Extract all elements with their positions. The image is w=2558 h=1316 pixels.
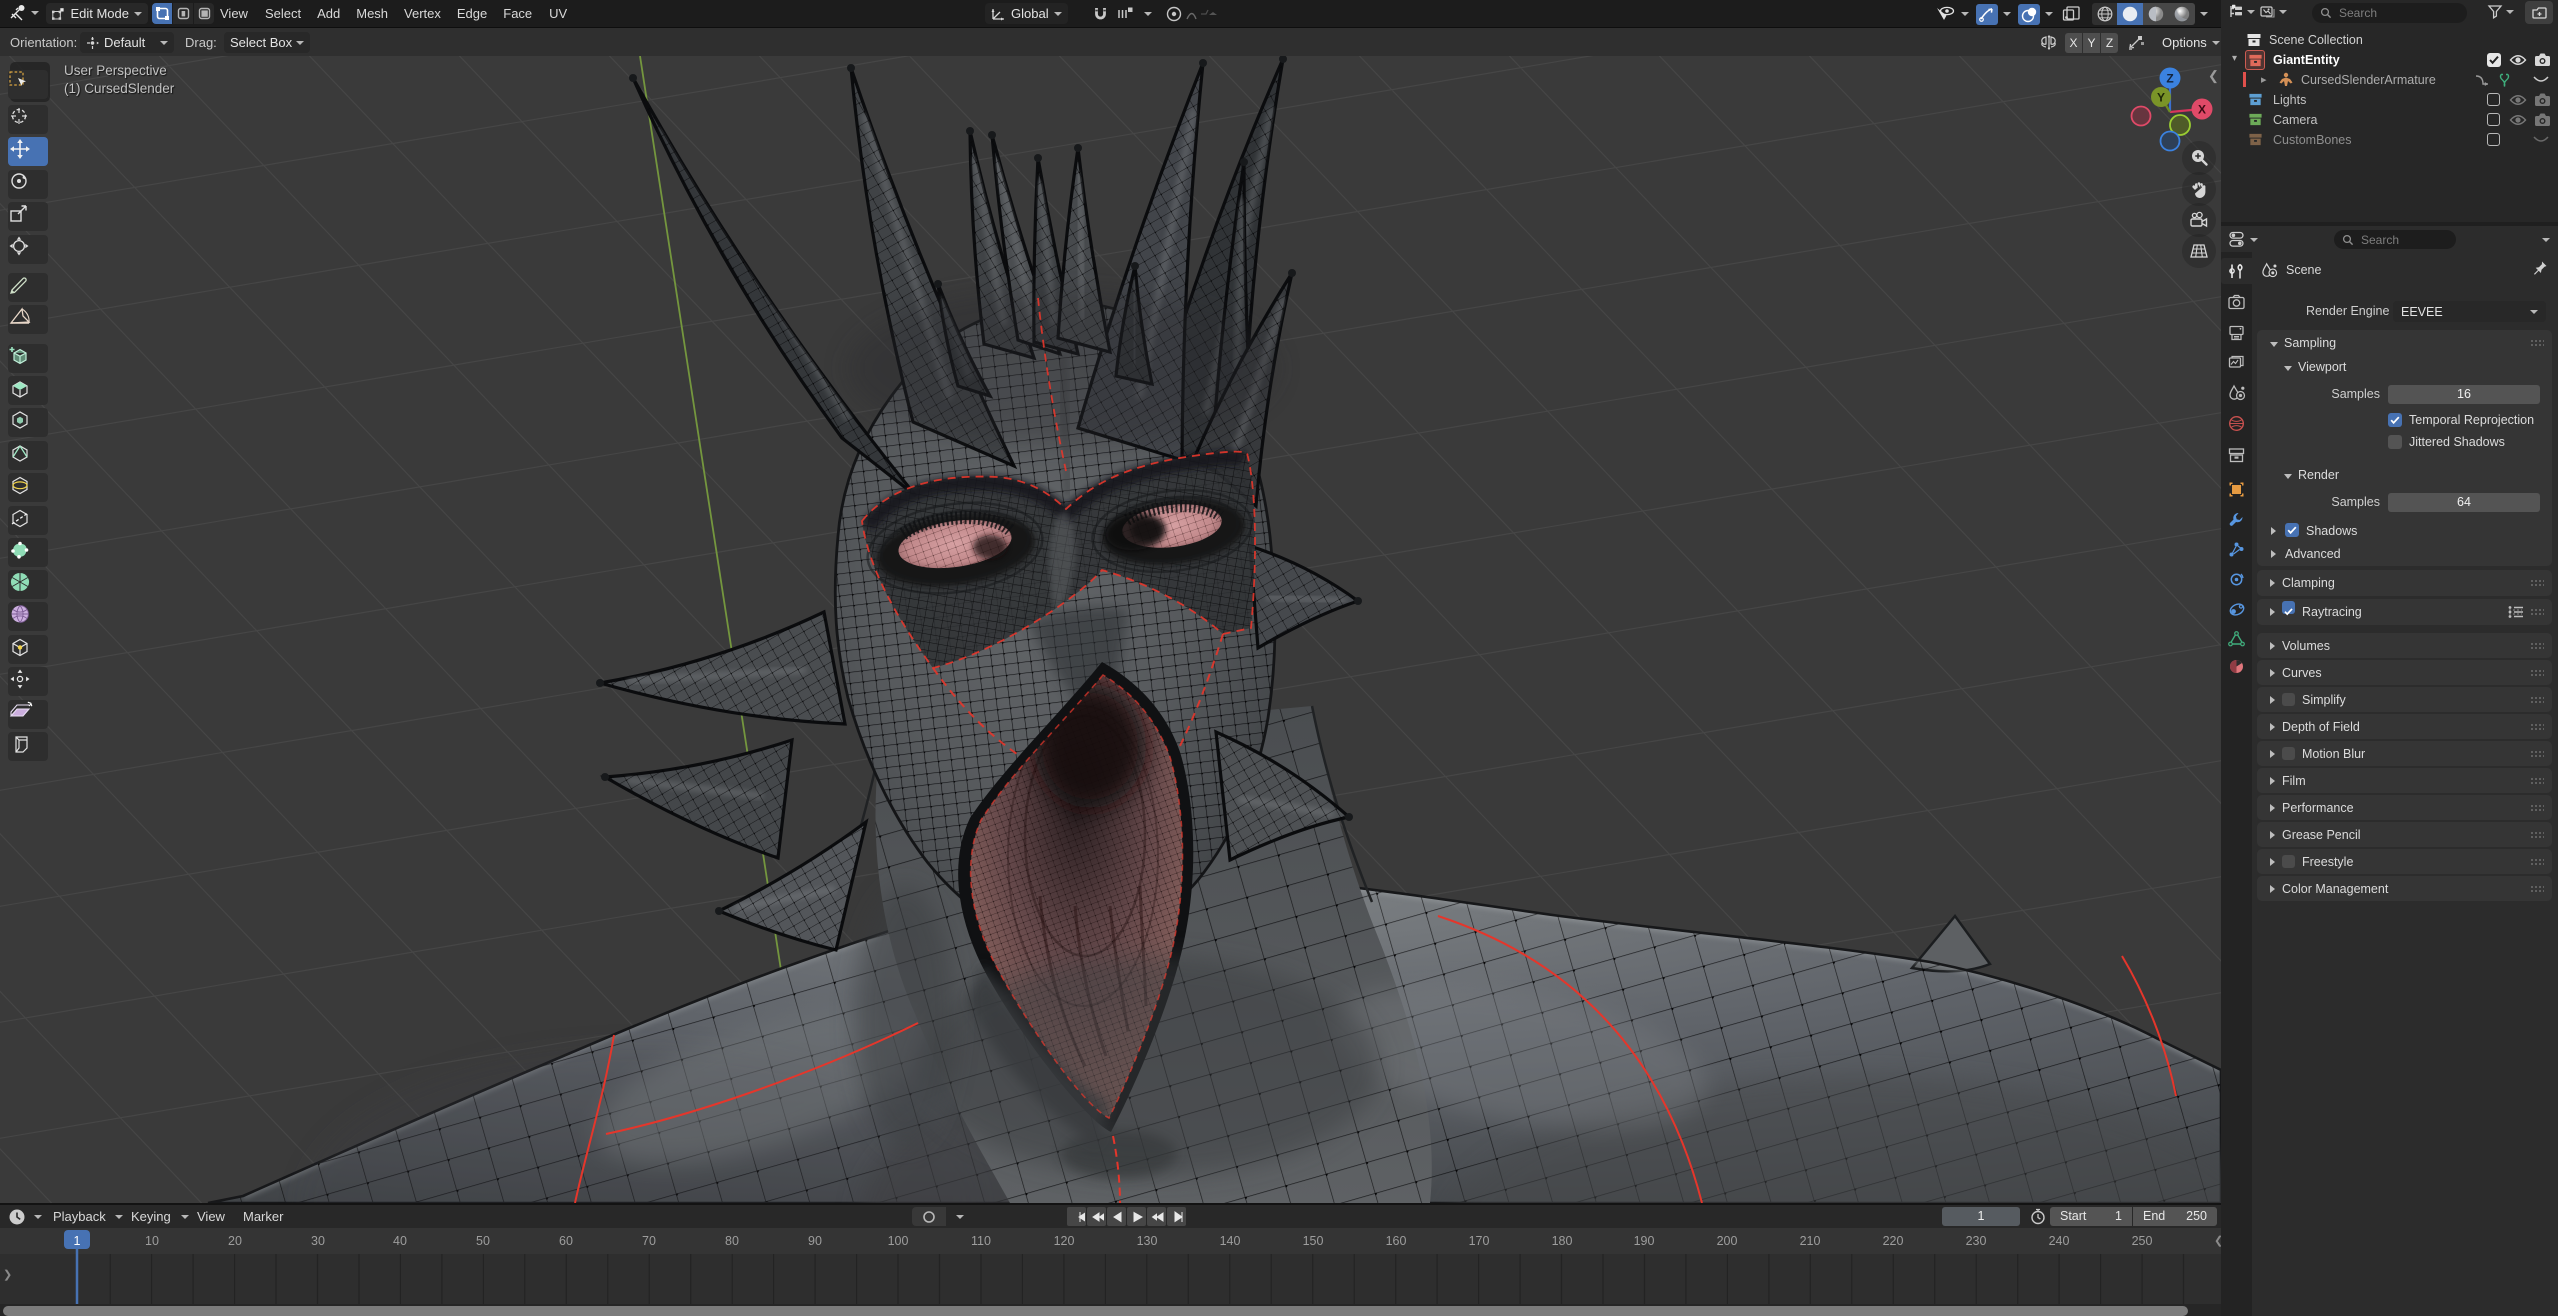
svg-text:❯: ❯ <box>3 1269 12 1281</box>
svg-text:Y: Y <box>2157 91 2165 105</box>
svg-text:180: 180 <box>1552 1234 1573 1248</box>
svg-text:220: 220 <box>1883 1234 1904 1248</box>
svg-text:210: 210 <box>1800 1234 1821 1248</box>
svg-text:160: 160 <box>1386 1234 1407 1248</box>
svg-text:130: 130 <box>1137 1234 1158 1248</box>
svg-text:60: 60 <box>559 1234 573 1248</box>
svg-text:90: 90 <box>808 1234 822 1248</box>
svg-text:80: 80 <box>725 1234 739 1248</box>
svg-text:250: 250 <box>2132 1234 2153 1248</box>
svg-text:Z: Z <box>2166 72 2173 86</box>
svg-text:140: 140 <box>1220 1234 1241 1248</box>
svg-text:190: 190 <box>1634 1234 1655 1248</box>
svg-text:110: 110 <box>971 1234 991 1248</box>
svg-text:70: 70 <box>642 1234 656 1248</box>
svg-text:10: 10 <box>145 1234 159 1248</box>
svg-text:240: 240 <box>2049 1234 2070 1248</box>
svg-text:❮: ❮ <box>2214 1235 2221 1247</box>
svg-text:20: 20 <box>228 1234 242 1248</box>
svg-text:50: 50 <box>476 1234 490 1248</box>
svg-text:120: 120 <box>1054 1234 1075 1248</box>
svg-text:150: 150 <box>1303 1234 1324 1248</box>
svg-text:200: 200 <box>1717 1234 1738 1248</box>
svg-text:170: 170 <box>1469 1234 1490 1248</box>
svg-text:1: 1 <box>74 1234 81 1248</box>
svg-text:X: X <box>2198 103 2206 117</box>
svg-text:100: 100 <box>888 1234 909 1248</box>
svg-text:40: 40 <box>393 1234 407 1248</box>
svg-text:230: 230 <box>1966 1234 1987 1248</box>
svg-text:30: 30 <box>311 1234 325 1248</box>
